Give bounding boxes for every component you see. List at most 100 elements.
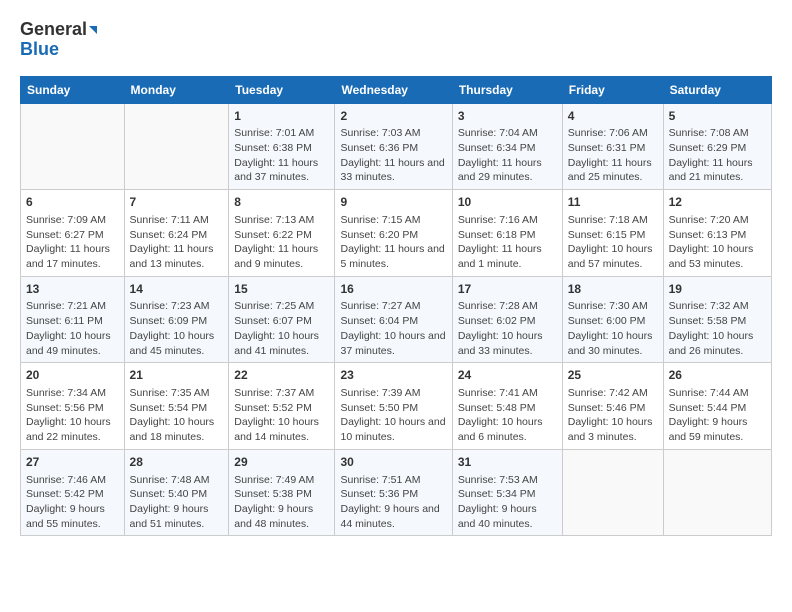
day-number: 5 bbox=[669, 108, 766, 125]
day-info: Sunrise: 7:48 AM Sunset: 5:40 PM Dayligh… bbox=[130, 473, 224, 532]
day-info: Sunrise: 7:20 AM Sunset: 6:13 PM Dayligh… bbox=[669, 213, 766, 272]
page-header: General Blue bbox=[20, 20, 772, 60]
weekday-header: Saturday bbox=[663, 76, 771, 103]
weekday-header: Monday bbox=[124, 76, 229, 103]
day-number: 7 bbox=[130, 194, 224, 211]
day-number: 12 bbox=[669, 194, 766, 211]
calendar-cell: 14Sunrise: 7:23 AM Sunset: 6:09 PM Dayli… bbox=[124, 276, 229, 363]
day-info: Sunrise: 7:03 AM Sunset: 6:36 PM Dayligh… bbox=[340, 126, 446, 185]
day-info: Sunrise: 7:25 AM Sunset: 6:07 PM Dayligh… bbox=[234, 299, 329, 358]
logo-blue: Blue bbox=[20, 40, 59, 60]
day-number: 2 bbox=[340, 108, 446, 125]
calendar-cell bbox=[663, 449, 771, 536]
day-info: Sunrise: 7:11 AM Sunset: 6:24 PM Dayligh… bbox=[130, 213, 224, 272]
calendar-cell: 17Sunrise: 7:28 AM Sunset: 6:02 PM Dayli… bbox=[452, 276, 562, 363]
calendar-cell: 9 Sunrise: 7:15 AM Sunset: 6:20 PM Daylig… bbox=[335, 190, 452, 277]
calendar-cell: 15Sunrise: 7:25 AM Sunset: 6:07 PM Dayli… bbox=[229, 276, 335, 363]
calendar-cell: 7 Sunrise: 7:11 AM Sunset: 6:24 PM Daylig… bbox=[124, 190, 229, 277]
day-number: 20 bbox=[26, 367, 119, 384]
day-info: Sunrise: 7:08 AM Sunset: 6:29 PM Dayligh… bbox=[669, 126, 766, 185]
calendar-week-row: 20 Sunrise: 7:34 AM Sunset: 5:56 PM Dayli… bbox=[21, 363, 772, 450]
calendar-cell: 5Sunrise: 7:08 AM Sunset: 6:29 PM Daylig… bbox=[663, 103, 771, 190]
calendar-cell: 18Sunrise: 7:30 AM Sunset: 6:00 PM Dayli… bbox=[562, 276, 663, 363]
weekday-header: Wednesday bbox=[335, 76, 452, 103]
day-info: Sunrise: 7:46 AM Sunset: 5:42 PM Dayligh… bbox=[26, 473, 119, 532]
calendar-cell: 21Sunrise: 7:35 AM Sunset: 5:54 PM Dayli… bbox=[124, 363, 229, 450]
calendar-cell: 24Sunrise: 7:41 AM Sunset: 5:48 PM Dayli… bbox=[452, 363, 562, 450]
day-info: Sunrise: 7:13 AM Sunset: 6:22 PM Dayligh… bbox=[234, 213, 329, 272]
calendar-week-row: 1Sunrise: 7:01 AM Sunset: 6:38 PM Daylig… bbox=[21, 103, 772, 190]
day-info: Sunrise: 7:09 AM Sunset: 6:27 PM Dayligh… bbox=[26, 213, 119, 272]
day-info: Sunrise: 7:44 AM Sunset: 5:44 PM Dayligh… bbox=[669, 386, 766, 445]
day-info: Sunrise: 7:30 AM Sunset: 6:00 PM Dayligh… bbox=[568, 299, 658, 358]
calendar-cell: 28Sunrise: 7:48 AM Sunset: 5:40 PM Dayli… bbox=[124, 449, 229, 536]
day-info: Sunrise: 7:41 AM Sunset: 5:48 PM Dayligh… bbox=[458, 386, 557, 445]
day-number: 27 bbox=[26, 454, 119, 471]
day-number: 31 bbox=[458, 454, 557, 471]
day-info: Sunrise: 7:04 AM Sunset: 6:34 PM Dayligh… bbox=[458, 126, 557, 185]
day-info: Sunrise: 7:32 AM Sunset: 5:58 PM Dayligh… bbox=[669, 299, 766, 358]
calendar-header-row: SundayMondayTuesdayWednesdayThursdayFrid… bbox=[21, 76, 772, 103]
calendar-cell: 26 Sunrise: 7:44 AM Sunset: 5:44 PM Dayli… bbox=[663, 363, 771, 450]
day-number: 1 bbox=[234, 108, 329, 125]
weekday-header: Friday bbox=[562, 76, 663, 103]
calendar-cell: 19Sunrise: 7:32 AM Sunset: 5:58 PM Dayli… bbox=[663, 276, 771, 363]
day-info: Sunrise: 7:06 AM Sunset: 6:31 PM Dayligh… bbox=[568, 126, 658, 185]
calendar-cell: 10Sunrise: 7:16 AM Sunset: 6:18 PM Dayli… bbox=[452, 190, 562, 277]
day-number: 16 bbox=[340, 281, 446, 298]
day-number: 25 bbox=[568, 367, 658, 384]
day-info: Sunrise: 7:53 AM Sunset: 5:34 PM Dayligh… bbox=[458, 473, 557, 532]
day-info: Sunrise: 7:01 AM Sunset: 6:38 PM Dayligh… bbox=[234, 126, 329, 185]
calendar-cell: 31 Sunrise: 7:53 AM Sunset: 5:34 PM Dayli… bbox=[452, 449, 562, 536]
calendar-cell: 11Sunrise: 7:18 AM Sunset: 6:15 PM Dayli… bbox=[562, 190, 663, 277]
logo-general: General bbox=[20, 20, 97, 40]
day-number: 14 bbox=[130, 281, 224, 298]
calendar-cell: 1Sunrise: 7:01 AM Sunset: 6:38 PM Daylig… bbox=[229, 103, 335, 190]
calendar-cell: 8 Sunrise: 7:13 AM Sunset: 6:22 PM Daylig… bbox=[229, 190, 335, 277]
day-number: 22 bbox=[234, 367, 329, 384]
day-info: Sunrise: 7:49 AM Sunset: 5:38 PM Dayligh… bbox=[234, 473, 329, 532]
day-number: 17 bbox=[458, 281, 557, 298]
day-info: Sunrise: 7:21 AM Sunset: 6:11 PM Dayligh… bbox=[26, 299, 119, 358]
day-info: Sunrise: 7:51 AM Sunset: 5:36 PM Dayligh… bbox=[340, 473, 446, 532]
calendar-cell: 27 Sunrise: 7:46 AM Sunset: 5:42 PM Dayli… bbox=[21, 449, 125, 536]
calendar-cell: 20 Sunrise: 7:34 AM Sunset: 5:56 PM Dayli… bbox=[21, 363, 125, 450]
day-number: 29 bbox=[234, 454, 329, 471]
day-info: Sunrise: 7:34 AM Sunset: 5:56 PM Dayligh… bbox=[26, 386, 119, 445]
day-info: Sunrise: 7:16 AM Sunset: 6:18 PM Dayligh… bbox=[458, 213, 557, 272]
weekday-header: Tuesday bbox=[229, 76, 335, 103]
calendar-cell: 29 Sunrise: 7:49 AM Sunset: 5:38 PM Dayli… bbox=[229, 449, 335, 536]
calendar-cell: 25 Sunrise: 7:42 AM Sunset: 5:46 PM Dayli… bbox=[562, 363, 663, 450]
calendar-cell: 6Sunrise: 7:09 AM Sunset: 6:27 PM Daylig… bbox=[21, 190, 125, 277]
day-number: 4 bbox=[568, 108, 658, 125]
day-number: 26 bbox=[669, 367, 766, 384]
calendar-cell: 22Sunrise: 7:37 AM Sunset: 5:52 PM Dayli… bbox=[229, 363, 335, 450]
calendar-cell bbox=[562, 449, 663, 536]
calendar-cell bbox=[124, 103, 229, 190]
day-number: 3 bbox=[458, 108, 557, 125]
calendar-cell: 3Sunrise: 7:04 AM Sunset: 6:34 PM Daylig… bbox=[452, 103, 562, 190]
day-number: 15 bbox=[234, 281, 329, 298]
calendar-cell: 4Sunrise: 7:06 AM Sunset: 6:31 PM Daylig… bbox=[562, 103, 663, 190]
day-number: 11 bbox=[568, 194, 658, 211]
day-number: 9 bbox=[340, 194, 446, 211]
calendar-cell: 12 Sunrise: 7:20 AM Sunset: 6:13 PM Dayli… bbox=[663, 190, 771, 277]
day-info: Sunrise: 7:39 AM Sunset: 5:50 PM Dayligh… bbox=[340, 386, 446, 445]
day-number: 19 bbox=[669, 281, 766, 298]
day-info: Sunrise: 7:42 AM Sunset: 5:46 PM Dayligh… bbox=[568, 386, 658, 445]
weekday-header: Sunday bbox=[21, 76, 125, 103]
day-number: 18 bbox=[568, 281, 658, 298]
day-info: Sunrise: 7:15 AM Sunset: 6:20 PM Dayligh… bbox=[340, 213, 446, 272]
calendar-week-row: 27 Sunrise: 7:46 AM Sunset: 5:42 PM Dayli… bbox=[21, 449, 772, 536]
calendar-week-row: 6Sunrise: 7:09 AM Sunset: 6:27 PM Daylig… bbox=[21, 190, 772, 277]
calendar-cell bbox=[21, 103, 125, 190]
calendar-week-row: 13Sunrise: 7:21 AM Sunset: 6:11 PM Dayli… bbox=[21, 276, 772, 363]
day-number: 23 bbox=[340, 367, 446, 384]
day-number: 21 bbox=[130, 367, 224, 384]
calendar-cell: 2Sunrise: 7:03 AM Sunset: 6:36 PM Daylig… bbox=[335, 103, 452, 190]
calendar-cell: 23 Sunrise: 7:39 AM Sunset: 5:50 PM Dayli… bbox=[335, 363, 452, 450]
logo: General Blue bbox=[20, 20, 97, 60]
day-number: 8 bbox=[234, 194, 329, 211]
day-number: 13 bbox=[26, 281, 119, 298]
calendar-table: SundayMondayTuesdayWednesdayThursdayFrid… bbox=[20, 76, 772, 537]
